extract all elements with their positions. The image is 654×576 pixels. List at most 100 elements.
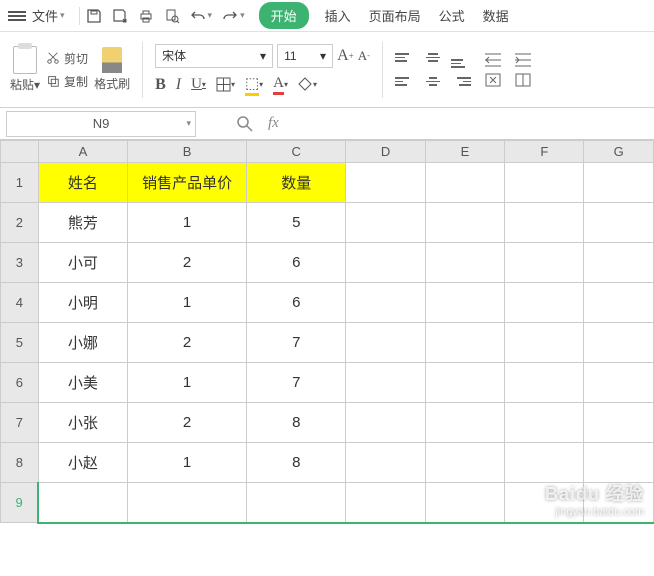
file-menu[interactable]: 文件 ▾ (32, 6, 65, 25)
cell-D1[interactable] (346, 163, 425, 203)
cell-G9[interactable] (584, 483, 654, 523)
cell-A9[interactable] (38, 483, 127, 523)
cell-B4[interactable]: 1 (128, 283, 247, 323)
cell-D8[interactable] (346, 443, 425, 483)
column-header-G[interactable]: G (584, 141, 654, 163)
cell-A5[interactable]: 小娜 (38, 323, 127, 363)
underline-button[interactable]: U▾ (191, 76, 206, 93)
cell-G8[interactable] (584, 443, 654, 483)
tab-formulas[interactable]: 公式 (437, 2, 467, 29)
cell-F6[interactable] (505, 363, 584, 403)
paste-button[interactable]: 粘贴 ▾ (10, 46, 40, 93)
save-icon[interactable] (86, 8, 102, 24)
align-middle-button[interactable] (423, 48, 443, 68)
chevron-down-icon[interactable]: ▾ (186, 118, 191, 129)
undo-icon[interactable]: ▾ (190, 8, 213, 24)
row-header-3[interactable]: 3 (1, 243, 39, 283)
font-color-button[interactable]: A▾ (273, 75, 288, 95)
cell-E5[interactable] (425, 323, 504, 363)
cell-F7[interactable] (505, 403, 584, 443)
cell-E6[interactable] (425, 363, 504, 403)
select-all-corner[interactable] (1, 141, 39, 163)
cell-D6[interactable] (346, 363, 425, 403)
cell-B1[interactable]: 销售产品单价 (128, 163, 247, 203)
cell-F9[interactable] (505, 483, 584, 523)
cell-C3[interactable]: 6 (247, 243, 346, 283)
cell-A4[interactable]: 小明 (38, 283, 127, 323)
fill-color-button[interactable]: ⬚▾ (245, 74, 263, 96)
cell-E3[interactable] (425, 243, 504, 283)
align-bottom-button[interactable] (451, 48, 471, 68)
cell-D5[interactable] (346, 323, 425, 363)
cell-E1[interactable] (425, 163, 504, 203)
border-button[interactable]: ▾ (216, 77, 235, 92)
cell-A3[interactable]: 小可 (38, 243, 127, 283)
align-top-button[interactable] (395, 48, 415, 68)
cell-B6[interactable]: 1 (128, 363, 247, 403)
cell-B9[interactable] (128, 483, 247, 523)
column-header-A[interactable]: A (38, 141, 127, 163)
increase-indent-button[interactable] (515, 53, 531, 67)
cell-E4[interactable] (425, 283, 504, 323)
cell-A6[interactable]: 小美 (38, 363, 127, 403)
font-name-select[interactable]: 宋体▾ (155, 44, 273, 68)
italic-button[interactable]: I (176, 76, 181, 94)
column-header-C[interactable]: C (247, 141, 346, 163)
align-center-button[interactable] (423, 72, 443, 92)
cell-F2[interactable] (505, 203, 584, 243)
format-painter-button[interactable]: 格式刷 (94, 47, 130, 92)
fx-button[interactable]: fx (268, 115, 279, 132)
tab-data[interactable]: 数据 (481, 2, 511, 29)
copy-button[interactable]: 复制 (46, 73, 88, 90)
shrink-font-button[interactable]: A- (358, 48, 370, 64)
cell-C8[interactable]: 8 (247, 443, 346, 483)
cell-E2[interactable] (425, 203, 504, 243)
row-header-8[interactable]: 8 (1, 443, 39, 483)
cell-D4[interactable] (346, 283, 425, 323)
cell-C5[interactable]: 7 (247, 323, 346, 363)
wrap-text-button[interactable] (515, 73, 531, 87)
cell-B8[interactable]: 1 (128, 443, 247, 483)
cell-G3[interactable] (584, 243, 654, 283)
cell-C4[interactable]: 6 (247, 283, 346, 323)
cell-A8[interactable]: 小赵 (38, 443, 127, 483)
column-header-B[interactable]: B (128, 141, 247, 163)
cell-B5[interactable]: 2 (128, 323, 247, 363)
cut-button[interactable]: 剪切 (46, 50, 88, 67)
cell-C1[interactable]: 数量 (247, 163, 346, 203)
cell-style-button[interactable]: ▾ (298, 77, 317, 92)
search-icon[interactable] (236, 115, 254, 133)
cell-E9[interactable] (425, 483, 504, 523)
row-header-6[interactable]: 6 (1, 363, 39, 403)
cell-B3[interactable]: 2 (128, 243, 247, 283)
cell-F5[interactable] (505, 323, 584, 363)
cell-G1[interactable] (584, 163, 654, 203)
cell-B7[interactable]: 2 (128, 403, 247, 443)
cell-C9[interactable] (247, 483, 346, 523)
row-header-1[interactable]: 1 (1, 163, 39, 203)
cell-G6[interactable] (584, 363, 654, 403)
tab-insert[interactable]: 插入 (323, 2, 353, 29)
cell-G2[interactable] (584, 203, 654, 243)
cell-F4[interactable] (505, 283, 584, 323)
cell-D7[interactable] (346, 403, 425, 443)
cell-G4[interactable] (584, 283, 654, 323)
print-preview-icon[interactable] (164, 8, 180, 24)
redo-icon[interactable]: ▾ (222, 8, 245, 24)
column-header-E[interactable]: E (425, 141, 504, 163)
cell-D2[interactable] (346, 203, 425, 243)
cell-F1[interactable] (505, 163, 584, 203)
name-box[interactable]: N9 ▾ (6, 111, 196, 137)
align-right-button[interactable] (451, 72, 471, 92)
save-as-icon[interactable] (112, 8, 128, 24)
row-header-5[interactable]: 5 (1, 323, 39, 363)
cell-D9[interactable] (346, 483, 425, 523)
cell-A2[interactable]: 熊芳 (38, 203, 127, 243)
decrease-indent-button[interactable] (485, 53, 501, 67)
align-left-button[interactable] (395, 72, 415, 92)
menu-hamburger-icon[interactable] (8, 9, 26, 23)
cell-A7[interactable]: 小张 (38, 403, 127, 443)
tab-start[interactable]: 开始 (259, 2, 309, 29)
column-header-D[interactable]: D (346, 141, 425, 163)
row-header-7[interactable]: 7 (1, 403, 39, 443)
